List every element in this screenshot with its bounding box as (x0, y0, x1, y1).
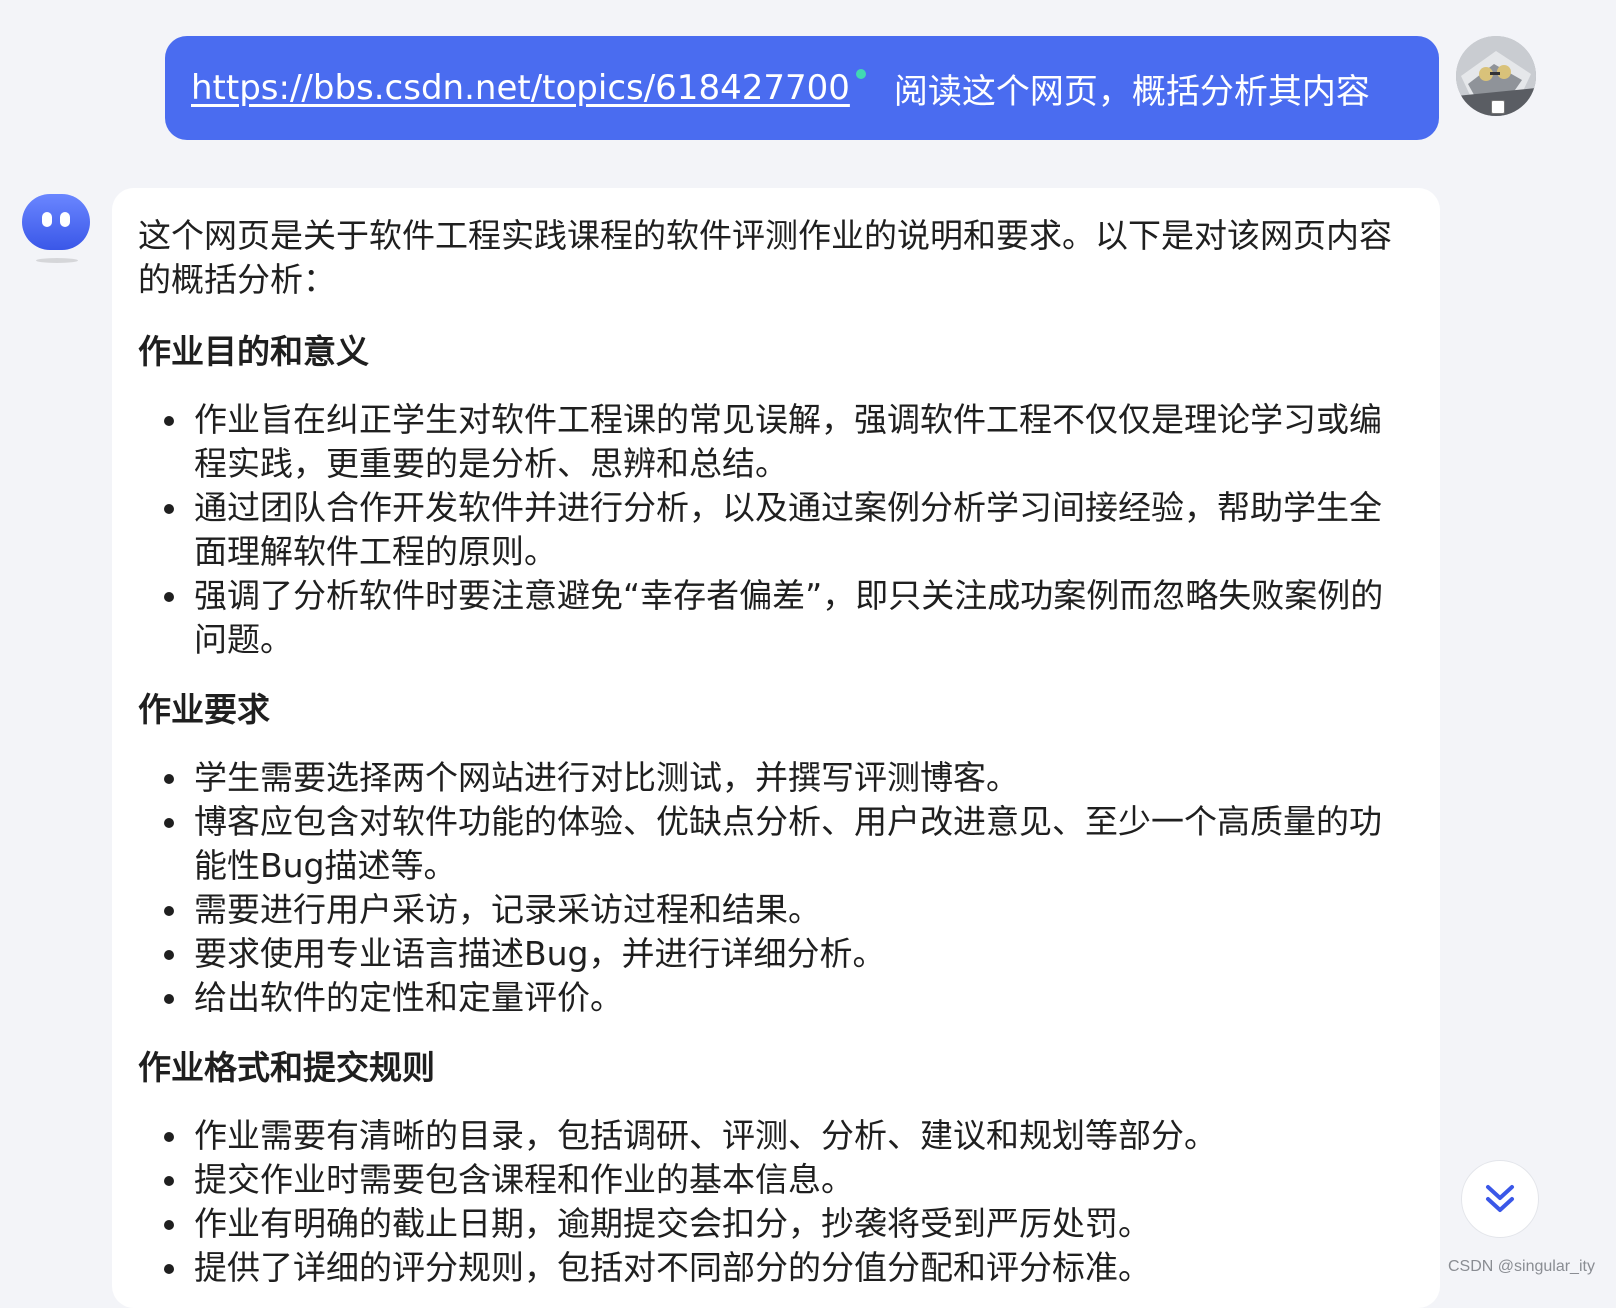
bullet-dot (164, 1132, 174, 1142)
assistant-avatar-icon (22, 194, 90, 250)
assistant-avatar-shadow (36, 258, 78, 263)
link-status-dot (855, 69, 866, 79)
list-item: 通过团队合作开发软件并进行分析，以及通过案例分析学习间接经验，帮助学生全面理解软… (138, 486, 1414, 574)
list-item: 学生需要选择两个网站进行对比测试，并撰写评测博客。 (138, 756, 1414, 800)
user-message-bubble: https://bbs.csdn.net/topics/618427700 阅读… (165, 36, 1439, 140)
list-item-text: 强调了分析软件时要注意避免“幸存者偏差”，即只关注成功案例而忽略失败案例的问题。 (194, 576, 1384, 659)
list-item-text: 学生需要选择两个网站进行对比测试，并撰写评测博客。 (194, 758, 1019, 797)
list-item: 作业旨在纠正学生对软件工程课的常见误解，强调软件工程不仅仅是理论学习或编程实践，… (138, 398, 1414, 486)
bullet-dot (164, 994, 174, 1004)
bullet-dot (164, 1176, 174, 1186)
bullet-dot (164, 774, 174, 784)
avatar-badge-icon (1491, 100, 1505, 114)
list-item-text: 提交作业时需要包含课程和作业的基本信息。 (194, 1160, 854, 1199)
list-item: 强调了分析软件时要注意避免“幸存者偏差”，即只关注成功案例而忽略失败案例的问题。 (138, 574, 1414, 662)
assistant-reply-card: 这个网页是关于软件工程实践课程的软件评测作业的说明和要求。以下是对该网页内容的概… (112, 188, 1440, 1308)
list-item: 博客应包含对软件功能的体验、优缺点分析、用户改进意见、至少一个高质量的功能性Bu… (138, 800, 1414, 888)
list-item-text: 作业有明确的截止日期，逾期提交会扣分，抄袭将受到严厉处罚。 (194, 1204, 1151, 1243)
section-heading-format: 作业格式和提交规则 (138, 1048, 435, 1087)
list-item: 需要进行用户采访，记录采访过程和结果。 (138, 888, 1414, 932)
bullet-dot (164, 818, 174, 828)
bullet-list-purpose: 作业旨在纠正学生对软件工程课的常见误解，强调软件工程不仅仅是理论学习或编程实践，… (138, 398, 1414, 662)
list-item: 作业需要有清晰的目录，包括调研、评测、分析、建议和规划等部分。 (138, 1114, 1414, 1158)
bullet-dot (164, 504, 174, 514)
bullet-dot (164, 592, 174, 602)
list-item: 要求使用专业语言描述Bug，并进行详细分析。 (138, 932, 1414, 976)
list-item: 提交作业时需要包含课程和作业的基本信息。 (138, 1158, 1414, 1202)
list-item-text: 作业旨在纠正学生对软件工程课的常见误解，强调软件工程不仅仅是理论学习或编程实践，… (194, 400, 1382, 483)
watermark: CSDN @singular_ity (1448, 1258, 1595, 1275)
list-item-text: 需要进行用户采访，记录采访过程和结果。 (194, 890, 821, 929)
bullet-list-requirements: 学生需要选择两个网站进行对比测试，并撰写评测博客。 博客应包含对软件功能的体验、… (138, 756, 1414, 1020)
double-chevron-down-icon (1486, 1185, 1514, 1212)
list-item-text: 通过团队合作开发软件并进行分析，以及通过案例分析学习间接经验，帮助学生全面理解软… (194, 488, 1382, 571)
list-item: 提供了详细的评分规则，包括对不同部分的分值分配和评分标准。 (138, 1246, 1414, 1290)
list-item: 作业有明确的截止日期，逾期提交会扣分，抄袭将受到严厉处罚。 (138, 1202, 1414, 1246)
reply-intro: 这个网页是关于软件工程实践课程的软件评测作业的说明和要求。以下是对该网页内容的概… (138, 216, 1392, 299)
user-message-text: 阅读这个网页，概括分析其内容 (893, 71, 1370, 112)
assistant-eye-right (60, 212, 70, 227)
bullet-dot (164, 1220, 174, 1230)
scroll-to-bottom-button[interactable] (1461, 1160, 1539, 1238)
section-heading-purpose: 作业目的和意义 (138, 332, 369, 371)
list-item-text: 要求使用专业语言描述Bug，并进行详细分析。 (194, 934, 886, 973)
bullet-list-format: 作业需要有清晰的目录，包括调研、评测、分析、建议和规划等部分。 提交作业时需要包… (138, 1114, 1414, 1290)
list-item-text: 博客应包含对软件功能的体验、优缺点分析、用户改进意见、至少一个高质量的功能性Bu… (194, 802, 1382, 885)
bullet-dot (164, 1264, 174, 1274)
section-heading-requirements: 作业要求 (138, 690, 270, 729)
bullet-dot (164, 950, 174, 960)
bullet-dot (164, 416, 174, 426)
assistant-eye-left (42, 212, 52, 227)
list-item-text: 给出软件的定性和定量评价。 (194, 978, 623, 1017)
bullet-dot (164, 906, 174, 916)
user-message-link[interactable]: https://bbs.csdn.net/topics/618427700 (191, 68, 850, 108)
list-item: 给出软件的定性和定量评价。 (138, 976, 1414, 1020)
list-item-text: 提供了详细的评分规则，包括对不同部分的分值分配和评分标准。 (194, 1248, 1151, 1287)
list-item-text: 作业需要有清晰的目录，包括调研、评测、分析、建议和规划等部分。 (194, 1116, 1217, 1155)
